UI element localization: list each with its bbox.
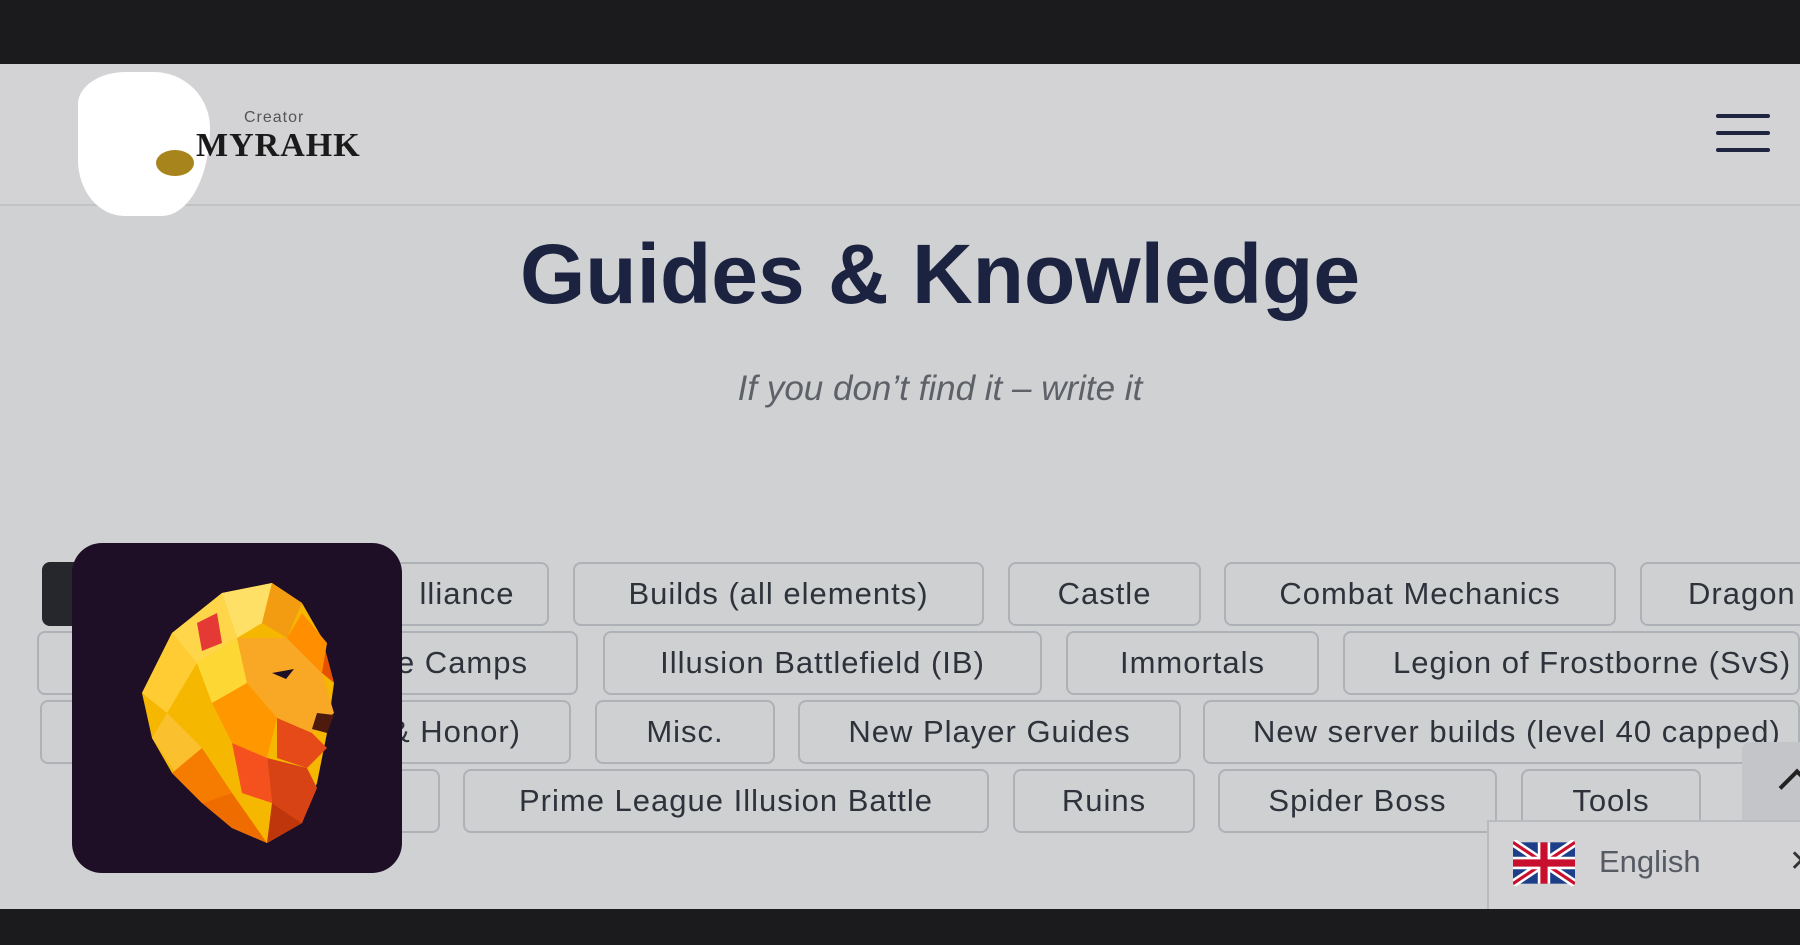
lion-head-icon: [142, 583, 334, 843]
browser-viewport: Creator MYRAHK Guides & Knowledge If you…: [0, 64, 1800, 909]
category-pill-spider-boss[interactable]: Spider Boss: [1218, 769, 1497, 833]
page-title: Guides & Knowledge: [519, 227, 1361, 321]
lion-app-icon[interactable]: [72, 543, 402, 873]
logo-emblem-icon: [156, 150, 194, 176]
category-pill-builds[interactable]: Builds (all elements): [573, 562, 984, 626]
menu-bar-line: [1716, 148, 1770, 152]
menu-bar-line: [1716, 131, 1770, 135]
site-logo[interactable]: Creator MYRAHK: [78, 72, 378, 216]
language-switcher[interactable]: English ✕: [1487, 820, 1800, 909]
category-pill-immortals[interactable]: Immortals: [1066, 631, 1319, 695]
category-pill-illusion-battlefield[interactable]: Illusion Battlefield (IB): [603, 631, 1042, 695]
category-pill-prime-league[interactable]: Prime League Illusion Battle: [463, 769, 989, 833]
logo-name-text: MYRAHK: [196, 127, 361, 164]
hamburger-menu-icon[interactable]: [1716, 114, 1770, 152]
uk-flag-icon: [1513, 840, 1575, 886]
category-pill-castle[interactable]: Castle: [1008, 562, 1201, 626]
page-subtitle: If you don’t find it – write it: [737, 369, 1143, 408]
category-pill-ruins[interactable]: Ruins: [1013, 769, 1195, 833]
category-pill-new-server-builds[interactable]: New server builds (level 40 capped): [1203, 700, 1800, 764]
category-pill-dragon[interactable]: Dragon: [1640, 562, 1800, 626]
menu-bar-line: [1716, 114, 1770, 118]
site-header: Creator MYRAHK: [0, 64, 1800, 216]
close-icon[interactable]: ✕: [1789, 844, 1800, 879]
category-pill-legion-of-frostborne[interactable]: Legion of Frostborne (SvS): [1343, 631, 1800, 695]
logo-blob: [78, 72, 210, 216]
category-pill-new-player-guides[interactable]: New Player Guides: [798, 700, 1181, 764]
chevron-up-icon: [1778, 768, 1800, 806]
category-pill-combat-mechanics[interactable]: Combat Mechanics: [1224, 562, 1616, 626]
scroll-to-top-button[interactable]: [1742, 742, 1800, 820]
logo-creator-text: Creator: [244, 109, 305, 126]
language-label: English: [1599, 844, 1701, 879]
category-pill-misc[interactable]: Misc.: [595, 700, 775, 764]
